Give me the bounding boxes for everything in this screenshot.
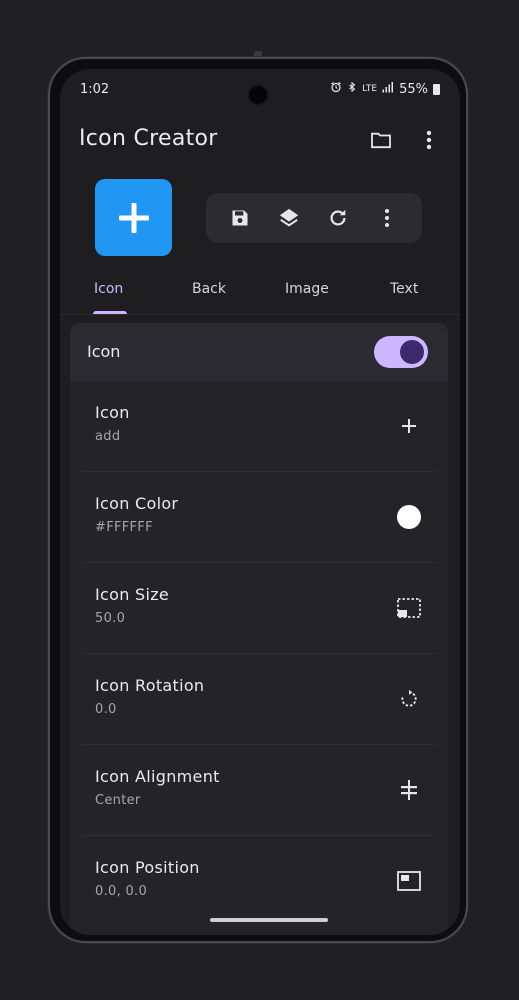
alarm-icon (330, 81, 342, 97)
setting-value: 0.0 (95, 702, 117, 717)
refresh-icon[interactable] (326, 206, 350, 230)
bluetooth-icon (347, 81, 357, 97)
tab-back[interactable]: Back (192, 281, 226, 297)
setting-row-icon-position[interactable]: Icon Position 0.0, 0.0 (82, 836, 436, 927)
save-icon[interactable] (228, 206, 252, 230)
add-icon (396, 413, 422, 439)
setting-value: #FFFFFF (95, 520, 153, 535)
setting-title: Icon Alignment (95, 767, 220, 786)
setting-title: Icon Size (95, 585, 170, 604)
setting-title: Icon Position (95, 858, 200, 877)
app-bar: Icon Creator (60, 113, 460, 169)
setting-value: 0.0, 0.0 (95, 884, 148, 899)
setting-row-icon-size[interactable]: Icon Size 50.0 (82, 563, 436, 654)
settings-list: Icon add Icon Color #FFFFFF Icon Size 50… (70, 381, 448, 935)
setting-row-icon-alignment[interactable]: Icon Alignment Center (82, 745, 436, 836)
rotate-icon (396, 686, 422, 712)
position-icon (396, 868, 422, 894)
phone-frame: 1:02 LTE 55% Icon Creator Icon Back Imag… (48, 57, 468, 943)
setting-row-icon[interactable]: Icon add (82, 381, 436, 472)
folder-icon[interactable] (370, 131, 392, 153)
network-type: LTE (362, 83, 378, 94)
setting-value: Center (95, 793, 141, 808)
align-center-icon (396, 777, 422, 803)
setting-row-icon-rotation[interactable]: Icon Rotation 0.0 (82, 654, 436, 745)
icon-preview[interactable] (95, 179, 172, 256)
setting-row-icon-color[interactable]: Icon Color #FFFFFF (82, 472, 436, 563)
action-toolbar (206, 193, 422, 243)
screen: 1:02 LTE 55% Icon Creator Icon Back Imag… (60, 69, 460, 935)
icon-toggle-switch[interactable] (374, 336, 428, 368)
front-camera (247, 84, 269, 106)
setting-title: Icon Color (95, 494, 179, 513)
home-indicator[interactable] (210, 918, 328, 922)
tab-image[interactable]: Image (285, 281, 329, 297)
setting-title: Icon (95, 403, 130, 422)
tab-bar: Icon Back Image Text (60, 269, 460, 315)
icon-toggle-row[interactable]: Icon (70, 323, 448, 381)
resize-icon (396, 595, 422, 621)
status-icons: LTE 55% (330, 81, 440, 97)
color-swatch (396, 504, 422, 530)
setting-title: Icon Rotation (95, 676, 205, 695)
signal-icon (382, 81, 394, 97)
status-time: 1:02 (80, 82, 110, 97)
toolbar-more-icon[interactable] (375, 206, 399, 230)
battery-percent: 55% (399, 81, 428, 97)
tab-divider (60, 314, 460, 315)
setting-value: add (95, 429, 121, 444)
switch-thumb (400, 340, 424, 364)
add-icon (118, 202, 149, 233)
setting-value: 50.0 (95, 611, 126, 626)
icon-toggle-label: Icon (87, 342, 121, 361)
tab-icon[interactable]: Icon (94, 281, 123, 297)
more-vert-icon[interactable] (426, 129, 432, 155)
tab-text[interactable]: Text (390, 281, 418, 297)
layers-icon[interactable] (277, 206, 301, 230)
battery-icon (433, 83, 440, 95)
page-title: Icon Creator (79, 126, 218, 151)
